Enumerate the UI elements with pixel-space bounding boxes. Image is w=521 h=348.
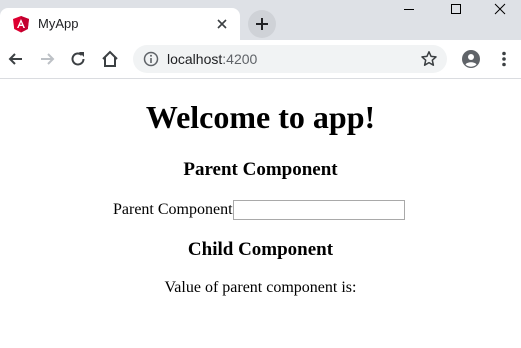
- parent-label: Parent Component: [113, 201, 233, 218]
- plus-icon: [256, 18, 268, 30]
- page-content: Welcome to app! Parent Component Parent …: [0, 79, 521, 348]
- minimize-icon[interactable]: [386, 0, 432, 22]
- menu-kebab-icon[interactable]: [494, 49, 514, 69]
- forward-arrow-icon[interactable]: [37, 49, 57, 69]
- back-arrow-icon[interactable]: [6, 49, 26, 69]
- parent-heading: Parent Component: [183, 159, 338, 180]
- close-tab-icon[interactable]: [214, 16, 230, 32]
- window-close-icon[interactable]: [476, 0, 521, 22]
- reload-icon[interactable]: [68, 49, 88, 69]
- url-port: :4200: [222, 51, 258, 67]
- bookmark-star-icon[interactable]: [420, 50, 438, 68]
- url-host: localhost: [167, 51, 223, 67]
- info-icon[interactable]: [143, 51, 159, 67]
- home-icon[interactable]: [100, 49, 120, 69]
- url-text[interactable]: localhost:4200: [167, 51, 257, 67]
- new-tab-button[interactable]: [248, 10, 276, 38]
- child-value-text: Value of parent component is:: [164, 279, 357, 296]
- account-icon[interactable]: [461, 49, 481, 69]
- page-title: Welcome to app!: [145, 99, 376, 135]
- angular-logo-icon: [13, 16, 29, 33]
- address-bar[interactable]: localhost:4200: [133, 45, 447, 73]
- parent-row: Parent Component: [113, 199, 405, 221]
- tab-title: MyApp: [38, 16, 79, 31]
- maximize-icon[interactable]: [432, 0, 478, 22]
- browser-toolbar: localhost:4200: [0, 40, 521, 79]
- title-bar: MyApp: [0, 0, 521, 40]
- browser-tab[interactable]: MyApp: [0, 8, 240, 40]
- parent-input[interactable]: [232, 200, 405, 220]
- child-heading: Child Component: [187, 239, 334, 260]
